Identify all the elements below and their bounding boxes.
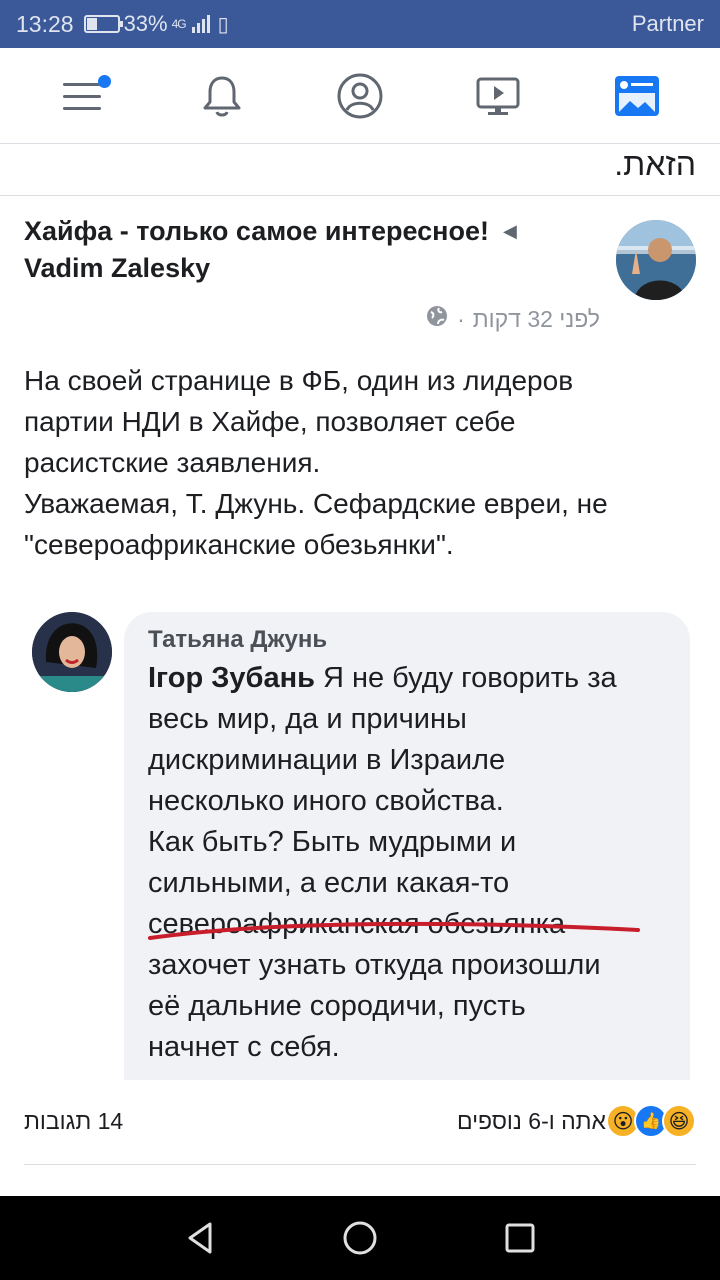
meta-dot: ·	[457, 305, 465, 332]
divider	[24, 1164, 696, 1165]
status-bar: 13:28 33% 4G ▯ Partner	[0, 0, 720, 48]
post-text-line: На своей странице в ФБ, один из лидеров	[24, 365, 574, 396]
top-nav	[0, 48, 720, 144]
previous-post-text: הזאת.	[614, 146, 696, 182]
home-icon[interactable]	[340, 1218, 380, 1258]
news-feed-icon	[614, 75, 659, 116]
comments-count[interactable]: 14 תגובות	[24, 1108, 123, 1135]
comment-line: захочет узнать откуда произошли	[148, 949, 601, 981]
back-icon[interactable]	[180, 1218, 220, 1258]
group-name[interactable]: Хайфа - только самое интересное!	[24, 216, 489, 247]
comment-mention: Ігор Зубань	[148, 662, 315, 694]
red-underline-mark	[148, 921, 640, 940]
android-nav-bar	[0, 1196, 720, 1280]
author-name[interactable]: Vadim Zalesky	[24, 253, 594, 284]
globe-icon	[425, 304, 449, 334]
comment-line: Ігор Зубань Я не буду говорить за	[148, 658, 690, 699]
reaction-icons: 😮 👍 😆	[606, 1104, 696, 1138]
comment-line-text: Я не буду говорить за	[314, 662, 617, 694]
post-header: Хайфа - только самое интересное! ◀ Vadim…	[24, 216, 696, 336]
signal-icon	[191, 15, 210, 33]
previous-post-tail: הזאת.	[0, 144, 720, 196]
post-meta: · לפני 32 דקות	[425, 304, 600, 334]
recents-icon[interactable]	[500, 1218, 540, 1258]
reactions-text: אתה ו-6 נוספים	[456, 1107, 606, 1134]
notification-dot	[98, 74, 112, 88]
reactions-summary[interactable]: 😮 👍 😆 אתה ו-6 נוספים	[457, 1104, 696, 1138]
network-type: 4G	[171, 17, 187, 31]
group-line: Хайфа - только самое интересное! ◀	[24, 216, 594, 247]
comment-bubble: Татьяна Джунь Ігор Зубань Я не буду гово…	[124, 612, 690, 1080]
triangle-left-icon: ◀	[502, 221, 517, 241]
comment-line: сильными, а если какая-то	[148, 867, 510, 899]
comment-line: весь мир, да и причины	[148, 703, 467, 735]
menu-button[interactable]	[43, 61, 123, 131]
carrier-name: Partner	[631, 11, 704, 36]
battery-icon	[83, 15, 123, 33]
haha-icon: 😆	[662, 1104, 696, 1138]
comment-text: Ігор Зубань Я не буду говорить за весь м…	[148, 658, 690, 1068]
commenter-avatar	[32, 612, 112, 692]
comment-line: несколько иного свойства.	[148, 785, 504, 817]
comment-line: её дальние сородичи, пусть	[148, 990, 526, 1022]
bell-icon	[203, 76, 241, 116]
post-text-line: Уважаемая, Т. Джунь. Сефардские евреи, н…	[24, 488, 608, 519]
vibrate-icon: ▯	[217, 13, 229, 36]
comment-author: Татьяна Джунь	[148, 626, 328, 653]
profile-button[interactable]	[320, 61, 400, 131]
battery-percent: 33%	[123, 11, 168, 36]
comment-line: Как быть? Быть мудрыми и	[148, 826, 517, 858]
author-avatar[interactable]	[616, 220, 696, 300]
comment-line: дискриминации в Израиле	[148, 744, 506, 776]
notifications-button[interactable]	[182, 61, 262, 131]
post-names: Хайфа - только самое интересное! ◀ Vadim…	[24, 216, 594, 284]
post-text: На своей странице в ФБ, один из лидеров …	[24, 360, 696, 565]
profile-icon	[337, 73, 383, 118]
post-text-line: партии НДИ в Хайфе, позволяет себе	[24, 406, 516, 437]
post-image[interactable]: Татьяна Джунь Ігор Зубань Я не буду гово…	[0, 580, 720, 1080]
watch-icon	[476, 77, 520, 115]
post-text-line: "североафриканские обезьянки".	[24, 529, 454, 560]
status-time: 13:28	[16, 10, 74, 37]
post-timestamp[interactable]: לפני 32 דקות	[473, 306, 600, 333]
reactions-row: 14 תגובות 😮 👍 😆 אתה ו-6 נוספים	[24, 1100, 696, 1142]
post-text-line: расистские заявления.	[24, 447, 321, 478]
comment-line: начнет с себя.	[148, 1031, 340, 1063]
watch-button[interactable]	[458, 61, 538, 131]
news-feed-button[interactable]	[597, 61, 677, 131]
